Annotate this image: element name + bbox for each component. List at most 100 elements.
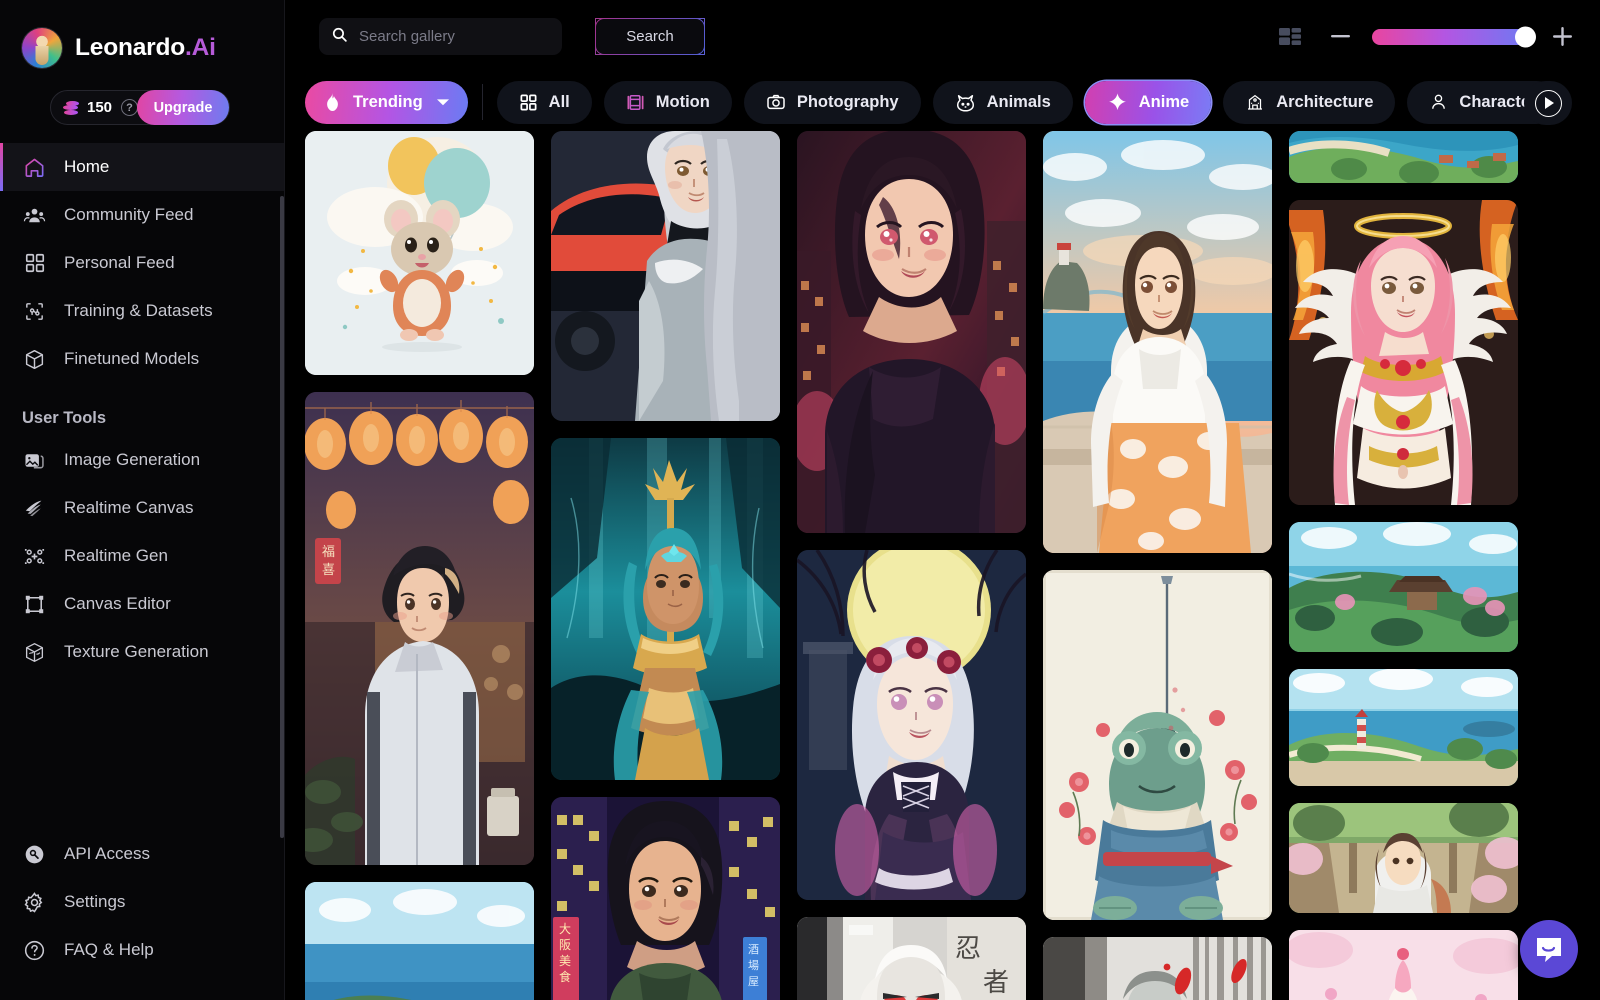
page-title: Leonardo.Ai bbox=[75, 34, 216, 62]
dataset-chip-icon bbox=[22, 299, 47, 324]
filter-pill-label: Architecture bbox=[1276, 92, 1374, 111]
filter-pill-photography[interactable]: Photography bbox=[743, 80, 921, 124]
sidebar-item-label: Personal Feed bbox=[64, 253, 175, 272]
gallery-card-lighthouse-bay-landscape[interactable] bbox=[1289, 669, 1518, 786]
sidebar-item-realtime-canvas[interactable]: Realtime Canvas bbox=[0, 484, 284, 532]
filter-pill-label: Animals bbox=[986, 92, 1051, 111]
zoom-in-button[interactable] bbox=[1544, 19, 1580, 55]
gallery-card-spring-village-girl[interactable] bbox=[1289, 803, 1518, 913]
search-bar[interactable] bbox=[319, 18, 562, 55]
filter-pill-animals[interactable]: Animals bbox=[932, 80, 1073, 124]
flame-icon bbox=[325, 93, 340, 111]
sidebar-item-community-feed[interactable]: Community Feed bbox=[0, 191, 284, 239]
gallery-card-manga-masked-assassin[interactable]: 忍者街道 bbox=[797, 917, 1026, 1000]
sidebar-item-label: Settings bbox=[64, 892, 126, 911]
sidebar-item-training-datasets[interactable]: Training & Datasets bbox=[0, 287, 284, 335]
filter-pill-all[interactable]: All bbox=[496, 80, 592, 124]
zoom-out-button[interactable] bbox=[1322, 19, 1358, 55]
topbar-right-controls bbox=[1274, 19, 1580, 55]
svg-text:阪: 阪 bbox=[559, 938, 571, 952]
filter-trending[interactable]: Trending bbox=[305, 80, 468, 124]
gallery-card-hamster-with-balloons[interactable] bbox=[305, 131, 534, 375]
question-mark-icon[interactable]: ? bbox=[121, 99, 139, 116]
gallery-card-pink-dessert-scene[interactable] bbox=[1289, 930, 1518, 1000]
sidebar-item-label: FAQ & Help bbox=[64, 940, 154, 959]
gallery-card-coastal-village-landscape[interactable] bbox=[305, 882, 534, 1000]
sidebar-item-faq-help[interactable]: FAQ & Help bbox=[0, 926, 284, 974]
sidebar-section-title: User Tools bbox=[22, 409, 107, 427]
filter-pill-label: All bbox=[548, 92, 570, 111]
cube-icon bbox=[22, 347, 47, 372]
svg-text:者: 者 bbox=[983, 968, 1009, 997]
svg-text:場: 場 bbox=[748, 959, 759, 972]
sidebar-item-canvas-editor[interactable]: Canvas Editor bbox=[0, 580, 284, 628]
svg-text:食: 食 bbox=[559, 969, 571, 984]
gallery-column bbox=[1043, 131, 1272, 1000]
sidebar: Leonardo.Ai 150 ? Upgrade Home Community… bbox=[0, 0, 285, 1000]
gallery-card-monochrome-blood-scene[interactable] bbox=[1043, 937, 1272, 1000]
chat-support-button[interactable] bbox=[1520, 920, 1578, 978]
gallery-card-city-night-hoodie-girl[interactable] bbox=[797, 131, 1026, 533]
leonardo-avatar-icon bbox=[22, 28, 62, 68]
zoom-slider[interactable] bbox=[1372, 26, 1536, 47]
grid-squares-icon bbox=[22, 251, 47, 276]
filter-pill-architecture[interactable]: Architecture bbox=[1223, 80, 1396, 124]
zoom-slider-knob[interactable] bbox=[1515, 26, 1536, 47]
sidebar-item-home[interactable]: Home bbox=[0, 143, 284, 191]
gallery-card-boy-under-lanterns[interactable]: 福喜 bbox=[305, 392, 534, 865]
gallery-grid: 福喜 大 阪 美 食 酒 場 屋 忍 者 bbox=[305, 131, 1600, 1000]
filter-divider bbox=[481, 84, 483, 120]
play-right-icon bbox=[1534, 89, 1562, 117]
sidebar-item-label: API Access bbox=[64, 844, 150, 863]
coin-stack-icon bbox=[63, 100, 80, 116]
filter-pill-motion[interactable]: Motion bbox=[603, 80, 732, 124]
sidebar-item-texture-generation[interactable]: Texture Generation bbox=[0, 628, 284, 676]
gallery-card-silver-hair-girl-with-red-car[interactable] bbox=[551, 131, 780, 421]
gallery-card-gothic-moon-lolita[interactable] bbox=[797, 550, 1026, 900]
svg-text:福: 福 bbox=[322, 544, 335, 559]
gallery-card-samurai-frog-illustration[interactable] bbox=[1043, 570, 1272, 920]
sidebar-scrollbar[interactable] bbox=[280, 196, 284, 838]
sidebar-item-label: Community Feed bbox=[64, 205, 194, 224]
category-filter-bar: Trending All Motion Photography Animals … bbox=[285, 73, 1600, 131]
sidebar-item-settings[interactable]: Settings bbox=[0, 878, 284, 926]
gallery-card-underwater-trident-warrior[interactable] bbox=[551, 438, 780, 780]
gallery-card-island-temple-landscape[interactable] bbox=[1289, 522, 1518, 652]
image-stack-icon bbox=[22, 448, 47, 473]
gallery-column: 福喜 bbox=[305, 131, 534, 1000]
sidebar-item-api-access[interactable]: API Access bbox=[0, 830, 284, 878]
nodes-plus-icon bbox=[22, 544, 47, 569]
filter-pill-label: Motion bbox=[655, 92, 710, 111]
gallery-card-neon-city-short-hair-girl[interactable]: 大阪美食 酒場屋 bbox=[551, 797, 780, 1000]
search-button[interactable]: Search bbox=[595, 18, 705, 55]
brush-stroke-icon bbox=[22, 496, 47, 521]
credits-pill[interactable]: 150 ? Upgrade bbox=[50, 90, 230, 125]
gear-icon bbox=[22, 890, 47, 915]
camera-icon bbox=[766, 92, 786, 112]
search-input[interactable] bbox=[359, 28, 550, 45]
texture-cube-icon bbox=[22, 640, 47, 665]
main-content: Search Trendin bbox=[285, 0, 1600, 1000]
sidebar-item-image-generation[interactable]: Image Generation bbox=[0, 436, 284, 484]
chevron-down-icon[interactable] bbox=[436, 98, 450, 107]
sidebar-item-realtime-gen[interactable]: Realtime Gen bbox=[0, 532, 284, 580]
gallery-card-seaside-girl-at-sunset[interactable] bbox=[1043, 131, 1272, 553]
credits-amount: 150 bbox=[87, 99, 113, 116]
svg-text:大: 大 bbox=[559, 922, 571, 936]
sidebar-item-label: Training & Datasets bbox=[64, 301, 213, 320]
sidebar-item-label: Image Generation bbox=[64, 450, 201, 469]
crop-frame-icon bbox=[22, 592, 47, 617]
sidebar-bottom-nav: API Access Settings FAQ & Help bbox=[0, 830, 284, 1000]
sidebar-item-personal-feed[interactable]: Personal Feed bbox=[0, 239, 284, 287]
sidebar-item-finetuned-models[interactable]: Finetuned Models bbox=[0, 335, 284, 383]
layout-view-icon[interactable] bbox=[1274, 21, 1306, 53]
topbar: Search bbox=[285, 0, 1600, 73]
upgrade-button[interactable]: Upgrade bbox=[137, 90, 229, 125]
filter-pill-anime[interactable]: Anime bbox=[1084, 80, 1212, 124]
search-icon bbox=[331, 26, 348, 48]
sparkle-icon bbox=[1107, 92, 1128, 113]
filters-scroll-next-button[interactable] bbox=[1524, 81, 1572, 125]
gallery-card-fire-angel-pink-hair[interactable] bbox=[1289, 200, 1518, 505]
gallery-card-beach-town-aerial[interactable] bbox=[1289, 131, 1518, 183]
brand[interactable]: Leonardo.Ai bbox=[0, 0, 284, 74]
